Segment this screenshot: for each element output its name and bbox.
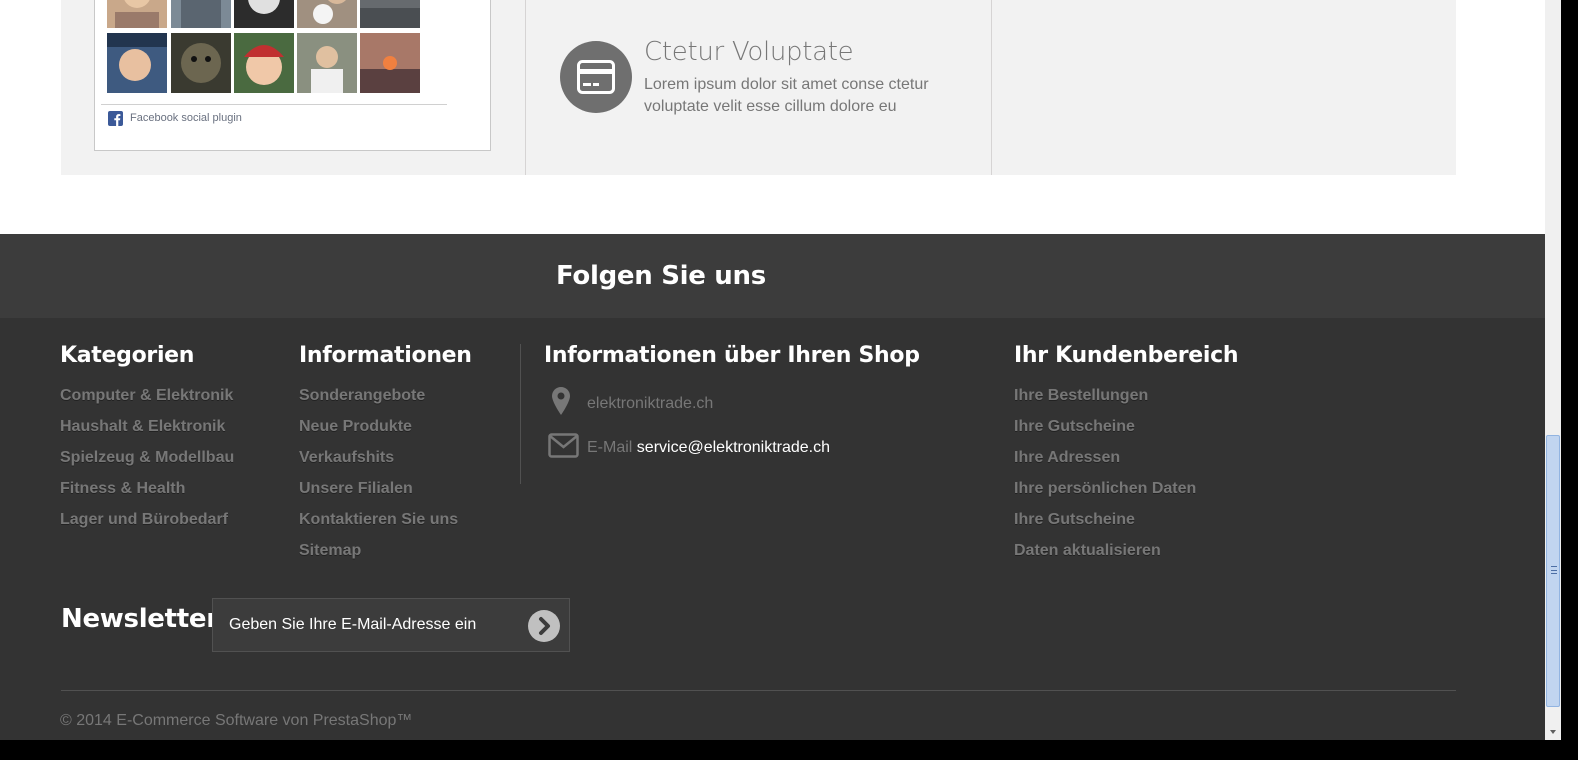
- scroll-down-button[interactable]: [1545, 723, 1561, 740]
- information-link[interactable]: Kontaktieren Sie uns: [299, 510, 458, 541]
- chevron-right-icon: [539, 617, 550, 635]
- feature-icon-circle: [560, 41, 632, 113]
- facebook-fan-photo[interactable]: [360, 0, 420, 28]
- shop-info-heading: Informationen über Ihren Shop: [544, 343, 920, 368]
- newsletter-form: [212, 598, 570, 652]
- newsletter-submit-button[interactable]: [528, 610, 560, 642]
- shop-email: E-Mail service@elektroniktrade.ch: [587, 439, 830, 457]
- newsletter-title: Newsletter: [61, 604, 219, 634]
- newsletter-email-input[interactable]: [229, 612, 519, 638]
- scrollbar-grip-icon: [1551, 566, 1557, 574]
- facebook-fan-photo[interactable]: [234, 33, 294, 93]
- information-link[interactable]: Verkaufshits: [299, 448, 458, 479]
- category-link[interactable]: Lager und Bürobedarf: [60, 510, 234, 541]
- category-link[interactable]: Spielzeug & Modellbau: [60, 448, 234, 479]
- shop-address: elektroniktrade.ch: [587, 395, 714, 412]
- account-list: Ihre Bestellungen Ihre Gutscheine Ihre A…: [1014, 386, 1196, 572]
- facebook-plugin-label[interactable]: Facebook social plugin: [130, 112, 242, 124]
- email-label: E-Mail: [587, 439, 633, 456]
- facebook-fan-photo[interactable]: [171, 33, 231, 93]
- vertical-scrollbar[interactable]: [1545, 0, 1561, 740]
- category-link[interactable]: Haushalt & Elektronik: [60, 417, 234, 448]
- footer-bottom-divider: [61, 690, 1456, 691]
- facebook-fan-photo[interactable]: [171, 0, 231, 28]
- facebook-fan-photo[interactable]: [297, 0, 357, 28]
- information-list: Sonderangebote Neue Produkte Verkaufshit…: [299, 386, 458, 572]
- facebook-fan-photo[interactable]: [360, 33, 420, 93]
- account-heading[interactable]: Ihr Kundenbereich: [1014, 343, 1239, 368]
- category-link[interactable]: Computer & Elektronik: [60, 386, 234, 417]
- map-marker-icon: [552, 387, 570, 415]
- account-link[interactable]: Ihre Gutscheine: [1014, 417, 1196, 448]
- information-link[interactable]: Sonderangebote: [299, 386, 458, 417]
- facebook-fan-photo[interactable]: [107, 0, 167, 28]
- information-link[interactable]: Neue Produkte: [299, 417, 458, 448]
- copyright-text[interactable]: © 2014 E-Commerce Software von PrestaSho…: [60, 712, 412, 730]
- category-link[interactable]: Fitness & Health: [60, 479, 234, 510]
- footer-column-divider: [520, 344, 521, 484]
- column-divider: [991, 0, 992, 175]
- envelope-icon: [548, 433, 579, 458]
- categories-heading[interactable]: Kategorien: [60, 343, 194, 368]
- information-link[interactable]: Unsere Filialen: [299, 479, 458, 510]
- feature-description: Lorem ipsum dolor sit amet conse ctetur …: [644, 76, 929, 115]
- account-link[interactable]: Daten aktualisieren: [1014, 541, 1196, 572]
- facebook-fan-photo[interactable]: [234, 0, 294, 28]
- information-link[interactable]: Sitemap: [299, 541, 458, 572]
- scrollbar-thumb[interactable]: [1546, 435, 1560, 707]
- account-link[interactable]: Ihre Gutscheine: [1014, 510, 1196, 541]
- credit-card-icon: [577, 60, 615, 94]
- arrow-down-icon: [1550, 730, 1556, 734]
- facebook-fan-photo[interactable]: [297, 33, 357, 93]
- column-divider: [525, 0, 526, 175]
- page: Facebook social plugin Ctetur Voluptate …: [0, 0, 1545, 740]
- follow-us-title: Folgen Sie uns: [556, 261, 766, 291]
- categories-list: Computer & Elektronik Haushalt & Elektro…: [60, 386, 234, 541]
- facebook-plugin-divider: [101, 104, 447, 105]
- facebook-icon[interactable]: [108, 111, 123, 126]
- account-link[interactable]: Ihre Bestellungen: [1014, 386, 1196, 417]
- account-link[interactable]: Ihre Adressen: [1014, 448, 1196, 479]
- facebook-fan-photo[interactable]: [107, 33, 167, 93]
- account-link[interactable]: Ihre persönlichen Daten: [1014, 479, 1196, 510]
- information-heading: Informationen: [299, 343, 472, 368]
- feature-title: Ctetur Voluptate: [644, 37, 854, 67]
- email-link[interactable]: service@elektroniktrade.ch: [637, 439, 830, 456]
- follow-us-band: [0, 234, 1545, 318]
